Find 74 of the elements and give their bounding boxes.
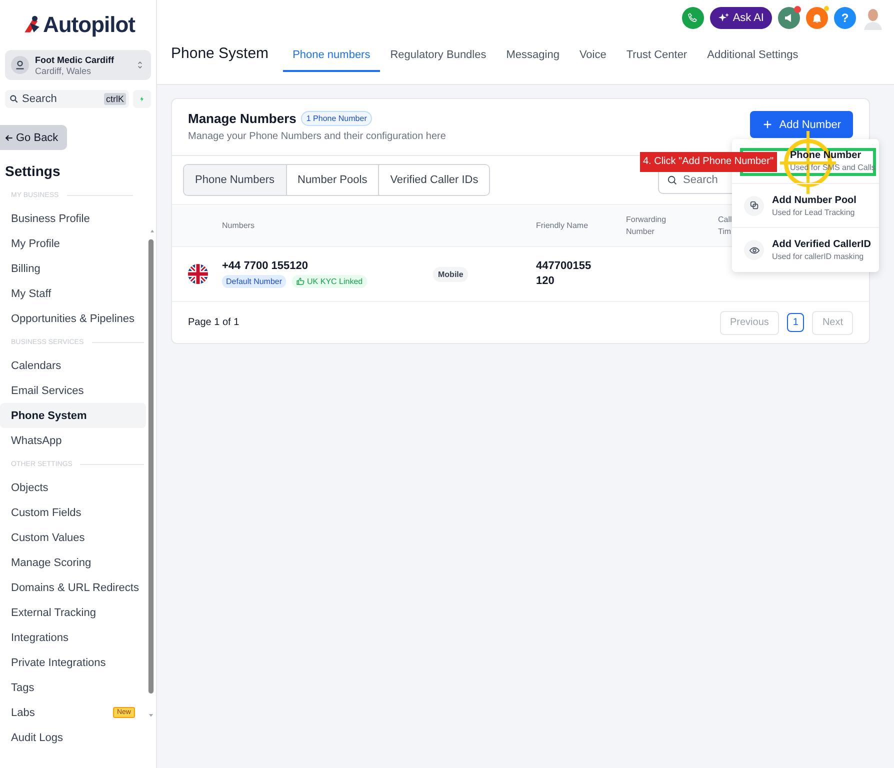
tab[interactable]: Regulatory Bundles (380, 43, 496, 72)
sidebar-item[interactable]: WhatsApp (0, 428, 146, 453)
sidebar-item[interactable]: Email Services (0, 378, 146, 403)
announcements-button[interactable] (778, 6, 800, 28)
shortcut-key: ctrlK (104, 93, 126, 105)
page-title: Phone System (171, 44, 269, 62)
tab[interactable]: Phone numbers (282, 43, 380, 72)
sidebar-item[interactable]: Domains & URL Redirects (0, 575, 146, 600)
page-button[interactable]: 1 (786, 313, 804, 332)
sidebar-item[interactable]: Objects (0, 475, 146, 500)
default-tag: Default Number (222, 275, 286, 288)
sidebar-item[interactable]: Manage Scoring (0, 550, 146, 575)
number-type: Mobile (433, 266, 468, 282)
count-badge: 1 Phone Number (301, 111, 372, 126)
sparkle-icon (718, 12, 730, 24)
phone-button[interactable] (682, 6, 704, 28)
phone-icon (686, 12, 699, 24)
sidebar-item[interactable]: My Profile (0, 231, 146, 256)
plus-icon (762, 119, 774, 130)
column-header: Numbers (222, 220, 256, 232)
sidebar-item[interactable]: Custom Values (0, 525, 146, 550)
menu-item[interactable]: Add Verified CallerID Used for callerID masking (732, 228, 879, 272)
ask-ai-button[interactable]: Ask AI (710, 6, 772, 28)
logo-text: Autopilot (42, 12, 136, 38)
column-header: Call Tim (718, 214, 733, 238)
sidebar-item[interactable]: Phone System (0, 403, 146, 428)
menu-item-subtitle: Used for callerID masking (772, 252, 865, 261)
sidebar-item[interactable]: My Staff (0, 281, 146, 306)
search-icon (9, 94, 19, 104)
thumbs-up-icon (296, 277, 306, 286)
kyc-tag: UK KYC Linked (292, 275, 367, 288)
search-icon (667, 175, 678, 186)
sidebar-item[interactable]: Opportunities & Pipelines (0, 306, 146, 331)
menu-item-title: Add Number Pool (772, 194, 856, 206)
tab[interactable]: Additional Settings (697, 43, 808, 72)
sidebar-item[interactable]: Custom Fields (0, 500, 146, 525)
segment-tab[interactable]: Phone Numbers (184, 165, 286, 195)
sidebar-item[interactable]: Business Profile (0, 206, 146, 231)
eye-icon (748, 244, 760, 256)
page-summary: Page 1 of 1 (188, 317, 240, 328)
menu-item-title: Add Verified CallerID (772, 239, 871, 250)
card-title: Manage Numbers (188, 111, 296, 126)
sidebar-item[interactable]: Integrations (0, 625, 146, 650)
card-subtitle: Manage your Phone Numbers and their configuration here (188, 131, 446, 142)
segment-tab[interactable]: Verified Caller IDs (378, 165, 490, 195)
menu-item-subtitle: Used for Lead Tracking (772, 208, 856, 216)
account-name: Foot Medic Cardiff (35, 54, 115, 66)
phone-number: +44 7700 155120 (222, 260, 309, 272)
bell-icon (811, 12, 823, 24)
friendly-name: 447700155 120 (536, 259, 592, 289)
menu-item[interactable]: Add Number Pool Used for Lead Tracking (732, 184, 879, 228)
account-switcher[interactable]: Foot Medic Cardiff Cardiff, Wales (5, 50, 151, 80)
add-number-button[interactable]: Add Number (750, 111, 853, 138)
go-back-button[interactable]: Go Back (0, 125, 67, 150)
step-tooltip: 4. Click "Add Phone Number" (640, 152, 776, 172)
tab[interactable]: Voice (569, 43, 616, 72)
sidebar-item[interactable]: Calendars (0, 353, 146, 378)
sidebar-item[interactable]: External Tracking (0, 600, 146, 625)
arrow-left-icon (4, 132, 14, 142)
uk-flag-icon (188, 264, 208, 284)
tab[interactable]: Messaging (496, 43, 570, 72)
sidebar-item[interactable]: Private Integrations (0, 650, 146, 675)
squares-icon (748, 200, 760, 211)
column-header: Forwarding Number (626, 214, 668, 238)
column-header: Friendly Name (536, 220, 590, 232)
sidebar-item[interactable]: Audit Logs (0, 725, 146, 750)
notification-dot (794, 6, 801, 12)
notification-dot (824, 6, 829, 10)
sidebar-item[interactable]: Tags (0, 675, 146, 700)
sidebar-item[interactable]: Billing (0, 256, 146, 281)
settings-heading: Settings (5, 163, 62, 179)
account-location: Cardiff, Wales (35, 66, 92, 76)
notifications-button[interactable] (806, 6, 828, 28)
tab[interactable]: Trust Center (616, 43, 698, 72)
